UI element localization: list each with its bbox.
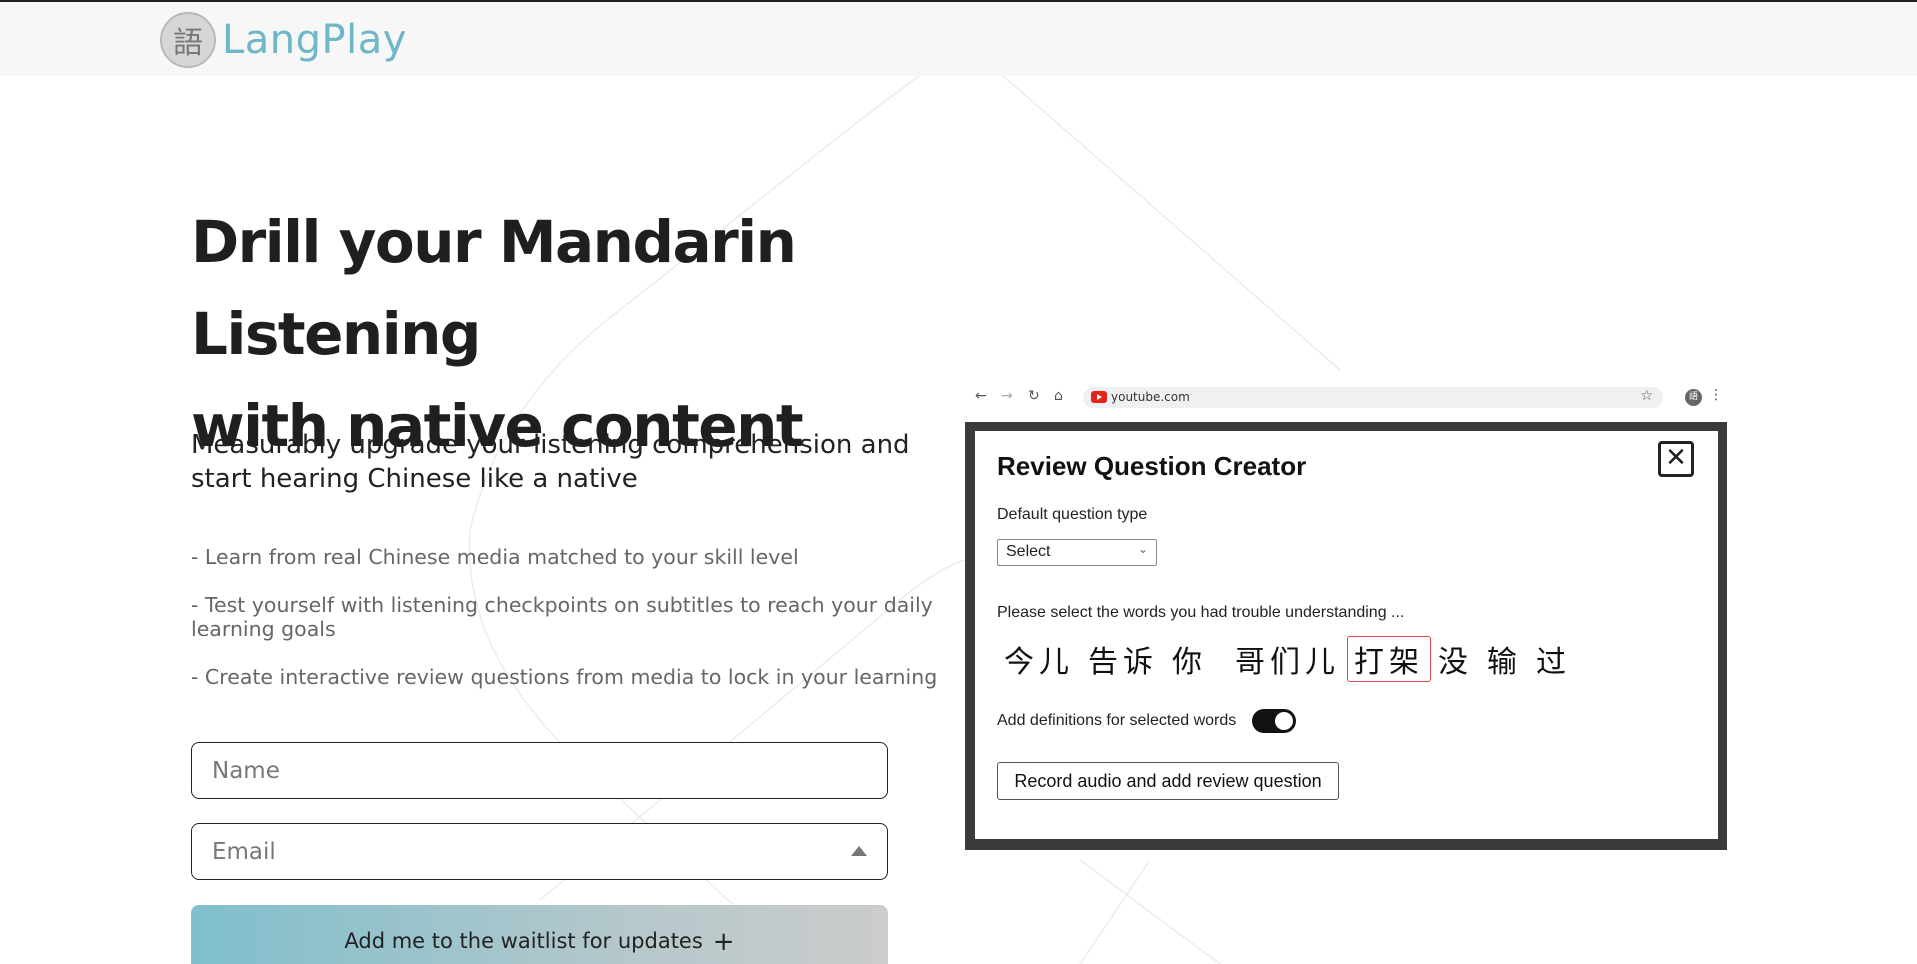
extension-icon: 語: [1685, 389, 1702, 406]
question-type-label: Default question type: [997, 506, 1148, 523]
name-input[interactable]: [192, 743, 887, 798]
waitlist-button-label: Add me to the waitlist for updates: [344, 929, 703, 953]
browser-toolbar-mock: ← → ↻ ⌂ youtube.com ☆ 語 ⋮: [965, 384, 1727, 412]
back-arrow-icon: ←: [975, 388, 987, 404]
close-icon[interactable]: ✕: [1658, 441, 1694, 477]
home-icon: ⌂: [1054, 388, 1063, 404]
feature-item: - Create interactive review questions fr…: [191, 665, 938, 689]
question-type-select[interactable]: Select ⌄: [997, 539, 1157, 566]
toggle-knob: [1275, 712, 1294, 730]
chevron-down-icon: ⌄: [1137, 542, 1148, 556]
word-chip[interactable]: 没: [1431, 636, 1480, 682]
record-audio-button[interactable]: Record audio and add review question: [997, 762, 1339, 800]
dialog-title: Review Question Creator: [997, 451, 1307, 481]
waitlist-button[interactable]: Add me to the waitlist for updates +: [191, 905, 888, 964]
logo[interactable]: 語 LangPlay: [160, 12, 407, 68]
word-chip[interactable]: 告诉: [1081, 636, 1165, 682]
word-chip[interactable]: 输: [1480, 636, 1529, 682]
definitions-toggle-row: Add definitions for selected words: [997, 709, 1297, 733]
feature-item: - Learn from real Chinese media matched …: [191, 545, 799, 569]
brand-name: LangPlay: [222, 17, 407, 63]
reload-icon: ↻: [1028, 388, 1040, 404]
question-type-value: Select: [1006, 543, 1051, 560]
feature-list: - Learn from real Chinese media matched …: [191, 545, 951, 713]
hero-subtitle: Measurably upgrade your listening compre…: [191, 430, 910, 494]
name-field-wrapper: [191, 742, 888, 799]
definitions-toggle-label: Add definitions for selected words: [997, 712, 1237, 729]
plus-icon: +: [712, 927, 735, 957]
logo-icon: 語: [160, 12, 216, 68]
bookmark-star-icon: ☆: [1640, 388, 1653, 404]
site-header: 語 LangPlay: [0, 2, 1917, 76]
autofill-icon[interactable]: [851, 846, 867, 856]
more-menu-icon: ⋮: [1709, 387, 1723, 403]
word-chip-selected[interactable]: 打架: [1347, 636, 1431, 682]
hero-title-line1: Drill your Mandarin Listening: [191, 208, 797, 368]
word-selector: 今儿 告诉 你 哥们儿 打架 没 输 过: [997, 636, 1578, 682]
email-field-wrapper: [191, 823, 888, 880]
address-bar: youtube.com ☆: [1083, 387, 1663, 408]
word-chip[interactable]: 你: [1165, 636, 1214, 682]
feature-item: - Test yourself with listening checkpoin…: [191, 593, 933, 641]
review-question-dialog: Review Question Creator ✕ Default questi…: [975, 431, 1718, 839]
words-prompt: Please select the words you had trouble …: [997, 604, 1405, 621]
word-chip[interactable]: 今儿: [997, 636, 1081, 682]
email-input[interactable]: [192, 824, 887, 879]
youtube-icon: [1091, 391, 1107, 403]
definitions-toggle[interactable]: [1252, 709, 1297, 733]
address-text: youtube.com: [1111, 390, 1190, 404]
word-chip[interactable]: 哥们儿: [1228, 636, 1347, 682]
forward-arrow-icon: →: [1001, 388, 1013, 404]
word-chip[interactable]: 过: [1529, 636, 1578, 682]
